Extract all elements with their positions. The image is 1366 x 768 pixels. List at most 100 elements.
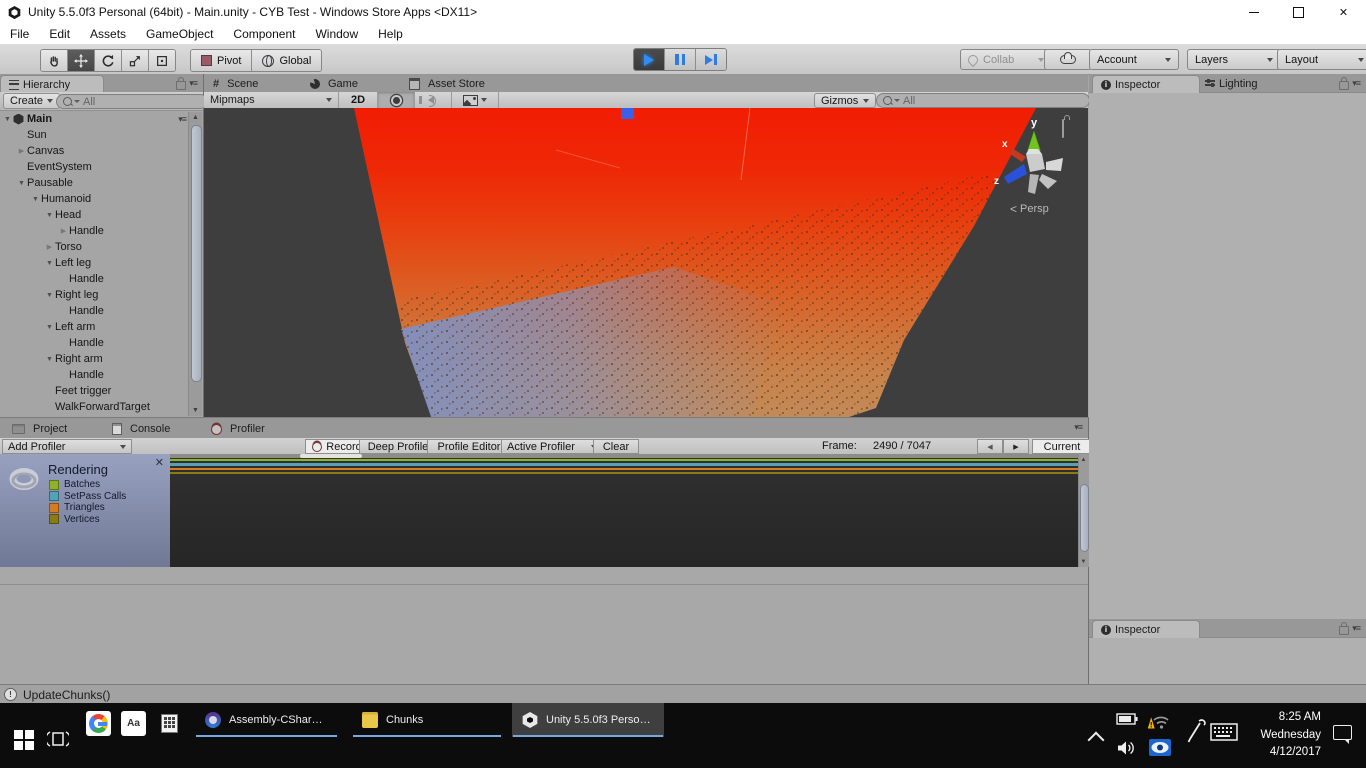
shading-mode-dropdown[interactable]: Mipmaps — [204, 92, 339, 108]
touch-keyboard-icon[interactable] — [1210, 723, 1238, 741]
scrollbar-thumb[interactable] — [300, 454, 362, 458]
projection-toggle[interactable]: Persp — [1010, 202, 1049, 216]
hand-tool-button[interactable] — [41, 50, 68, 71]
hierarchy-item[interactable]: Left arm — [0, 319, 188, 335]
scroll-down-icon[interactable] — [189, 405, 202, 416]
scale-tool-button[interactable] — [122, 50, 149, 71]
hierarchy-search-input[interactable]: All — [56, 94, 208, 109]
hierarchy-item[interactable]: Handle — [0, 271, 188, 287]
expand-arrow-icon[interactable] — [44, 324, 55, 331]
scene-area-tab[interactable]: Scene — [205, 75, 293, 92]
expand-arrow-icon[interactable] — [16, 180, 27, 187]
tab-hierarchy[interactable]: Hierarchy — [0, 75, 104, 93]
taskbar-clock[interactable]: 8:25 AM Wednesday 4/12/2017 — [1243, 709, 1321, 762]
bottom-tab[interactable]: Console — [104, 420, 196, 438]
active-profiler-dropdown[interactable]: Active Profiler — [501, 439, 603, 454]
scene-effects-dropdown[interactable] — [452, 92, 499, 108]
hierarchy-item[interactable]: Handle — [0, 335, 188, 351]
hierarchy-item[interactable]: Sun — [0, 127, 188, 143]
step-button[interactable] — [696, 49, 726, 70]
chrome-taskbar-icon[interactable] — [86, 711, 111, 736]
gizmo-lock[interactable] — [1062, 120, 1064, 138]
minimize-button[interactable] — [1231, 0, 1276, 24]
hierarchy-item[interactable]: Humanoid — [0, 191, 188, 207]
scene-area-tab[interactable]: Game — [302, 75, 374, 92]
panel-menu-icon[interactable] — [189, 78, 197, 89]
lock-icon[interactable] — [1339, 81, 1349, 90]
profile-editor-button[interactable]: Profile Editor — [427, 439, 511, 454]
scene-search-input[interactable]: All — [876, 93, 1090, 108]
expand-arrow-icon[interactable] — [44, 243, 55, 251]
dictionary-taskbar-icon[interactable]: Aa — [121, 711, 146, 736]
panel-menu-icon[interactable] — [1352, 78, 1360, 89]
menu-item[interactable]: Component — [233, 27, 295, 41]
layout-dropdown[interactable]: Layout — [1277, 49, 1366, 70]
close-button[interactable] — [1321, 0, 1366, 24]
taskbar-app-button[interactable]: Chunks — [352, 703, 502, 737]
expand-arrow-icon[interactable] — [44, 260, 55, 267]
legend-item[interactable]: Triangles — [49, 503, 126, 512]
account-dropdown[interactable]: Account — [1089, 49, 1179, 70]
profiler-chart[interactable] — [170, 454, 1078, 567]
legend-item[interactable]: Vertices — [49, 515, 126, 524]
collab-dropdown[interactable]: Collab — [960, 49, 1052, 70]
expand-arrow-icon[interactable] — [44, 356, 55, 363]
hierarchy-item[interactable]: Canvas — [0, 143, 188, 159]
pivot-toggle-button[interactable]: Pivot — [191, 50, 252, 71]
menu-item[interactable]: Assets — [90, 27, 126, 41]
menu-item[interactable]: Edit — [49, 27, 70, 41]
hierarchy-item[interactable]: Handle — [0, 223, 188, 239]
scroll-up-icon[interactable] — [1079, 455, 1088, 464]
hierarchy-item[interactable]: Torso — [0, 239, 188, 255]
task-view-button[interactable] — [47, 730, 69, 748]
scrollbar-thumb[interactable] — [1080, 484, 1089, 552]
taskbar-app-button[interactable]: Assembly-CSharp - S... — [195, 703, 338, 737]
rotate-tool-button[interactable] — [95, 50, 122, 71]
hierarchy-item[interactable]: Left leg — [0, 255, 188, 271]
eye-tracker-icon[interactable] — [1149, 739, 1171, 756]
calculator-taskbar-icon[interactable] — [157, 711, 182, 736]
hierarchy-item[interactable]: EventSystem — [0, 159, 188, 175]
expand-arrow-icon[interactable] — [44, 292, 55, 299]
tab-inspector-2[interactable]: Inspector — [1092, 620, 1200, 638]
expand-arrow-icon[interactable] — [16, 147, 27, 155]
legend-item[interactable]: Batches — [49, 480, 126, 489]
chart-vscrollbar[interactable] — [1078, 454, 1089, 567]
scrollbar-thumb[interactable] — [191, 125, 202, 382]
panel-menu-icon[interactable] — [1074, 422, 1082, 433]
menu-item[interactable]: Help — [378, 27, 403, 41]
legend-item[interactable]: SetPass Calls — [49, 492, 126, 501]
pause-button[interactable] — [665, 49, 696, 70]
next-frame-button[interactable]: ▶ — [1003, 439, 1029, 454]
chart-hscrollbar[interactable] — [170, 454, 1078, 458]
gizmos-dropdown[interactable]: Gizmos — [814, 93, 876, 108]
hierarchy-item[interactable]: Handle — [0, 367, 188, 383]
bottom-tab[interactable]: Project — [4, 420, 96, 438]
status-bar[interactable]: UpdateChunks() — [0, 684, 1366, 704]
move-tool-button[interactable] — [68, 50, 95, 71]
add-profiler-dropdown[interactable]: Add Profiler — [2, 439, 132, 454]
scroll-down-icon[interactable] — [1079, 557, 1088, 566]
battery-icon[interactable] — [1116, 713, 1138, 725]
rect-tool-button[interactable] — [149, 50, 175, 71]
rendering-profiler-card[interactable]: Rendering Batches SetPass Calls — [0, 454, 170, 568]
clear-button[interactable]: Clear — [593, 439, 639, 454]
expand-arrow-icon[interactable] — [2, 116, 13, 123]
expand-arrow-icon[interactable] — [30, 196, 41, 203]
scene-area-tab[interactable]: Asset Store — [401, 75, 505, 92]
pen-icon[interactable] — [1184, 719, 1206, 745]
hierarchy-item[interactable]: Feet trigger — [0, 383, 188, 399]
2d-toggle-button[interactable]: 2D — [339, 92, 378, 108]
hierarchy-item[interactable]: Head — [0, 207, 188, 223]
hierarchy-item[interactable]: Handle — [0, 303, 188, 319]
global-toggle-button[interactable]: Global — [252, 50, 321, 71]
lock-icon[interactable] — [1339, 626, 1349, 635]
scene-viewport[interactable]: y x z Persp — [204, 108, 1088, 417]
create-dropdown[interactable]: Create — [3, 93, 60, 109]
hierarchy-scrollbar[interactable] — [188, 112, 202, 416]
scene-header-menu-icon[interactable] — [178, 114, 186, 125]
current-frame-button[interactable]: Current — [1032, 439, 1092, 454]
hierarchy-item[interactable]: Right arm — [0, 351, 188, 367]
scene-lighting-button[interactable] — [378, 92, 415, 108]
menu-item[interactable]: Window — [315, 27, 358, 41]
